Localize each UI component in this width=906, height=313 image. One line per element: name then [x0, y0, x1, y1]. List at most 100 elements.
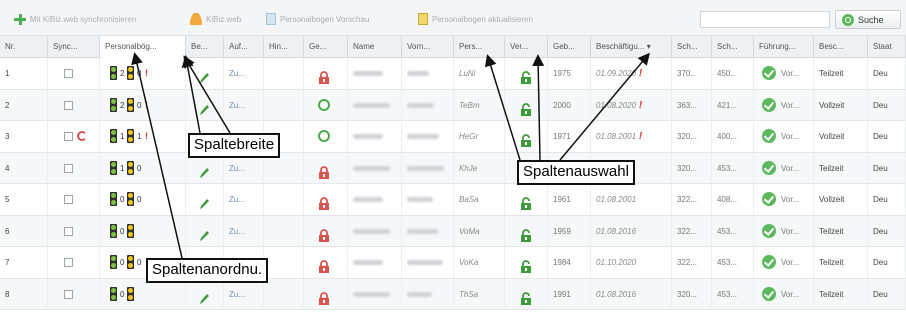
cell-col-13: 363... — [672, 89, 712, 121]
column-header-2[interactable]: Personalbög... — [100, 36, 186, 58]
cell-col-14: 421... — [712, 89, 754, 121]
kibiz-web-button[interactable]: KiBiz.web — [190, 12, 241, 26]
column-header-11[interactable]: Geb... — [548, 36, 591, 58]
cell-col-13: 320... — [672, 152, 712, 184]
column-header-9[interactable]: Pers... — [454, 36, 505, 58]
personalbogen-aktualisieren-button[interactable]: Personalbogen aktualisieren — [418, 12, 533, 26]
table-row[interactable]: 2 2 0! Zu... TeBm 2000 01.08.2020 ! 363... 421..… — [0, 89, 906, 121]
traffic-light-icon — [110, 223, 117, 238]
column-header-0[interactable]: Nr. — [0, 36, 48, 58]
sync-checkbox[interactable] — [64, 163, 73, 173]
schulung-1: 370... — [677, 69, 698, 78]
column-header-4[interactable]: Auf... — [224, 36, 264, 58]
pencil-icon[interactable] — [198, 225, 210, 241]
cell-col-9: HeGr — [454, 121, 505, 152]
cell-col-15: Vor... — [754, 215, 814, 247]
aufgabe-link[interactable]: Zu... — [229, 69, 245, 78]
sync-checkbox[interactable] — [64, 289, 73, 299]
traffic-light-icon — [110, 286, 117, 301]
table-row[interactable]: 700Zu...VoKa198401.10.2020322...453...Vo… — [0, 247, 906, 279]
personalbogen-count-2: 0 — [137, 100, 142, 110]
aufgabe-link[interactable]: Zu... — [229, 227, 245, 236]
geburtsjahr: 2000 — [553, 100, 571, 110]
sync-checkbox[interactable] — [64, 100, 73, 110]
table-row[interactable]: 4 1 0 Zu... KhJe 320... 453... Vor... Teilzeit De… — [0, 152, 906, 184]
column-header-10[interactable]: Ver... — [505, 36, 548, 58]
warning-icon: ! — [145, 131, 148, 141]
cell-col-7 — [348, 215, 402, 247]
column-header-8[interactable]: Vorn... — [402, 36, 454, 58]
table-row[interactable]: 1 2 0! Zu... LuNi 1975 01.09.2020 ! 370... 450..… — [0, 58, 906, 90]
cell-col-16: Vollzeit — [814, 184, 868, 215]
traffic-light-yellow-icon — [127, 286, 134, 301]
sync-checkbox[interactable] — [64, 258, 73, 267]
pencil-icon[interactable] — [198, 67, 210, 83]
aufgabe-link[interactable]: Zu... — [229, 290, 245, 299]
pencil-icon[interactable] — [198, 162, 210, 178]
table-row[interactable]: 5 0 0 Zu... BaSa 1961 01.08.2001 322... 408... Vo… — [0, 184, 906, 216]
aufgabe-link[interactable]: Zu... — [229, 195, 245, 204]
cell-col-4: Zu... — [224, 278, 264, 310]
column-header-12[interactable]: Beschäftigu... ▾ — [591, 36, 672, 58]
cell-col-4: Zu... — [224, 58, 264, 89]
row-number: 2 — [5, 100, 10, 110]
cell-col-9: LuNi — [454, 58, 505, 89]
vorname-redacted — [407, 134, 439, 140]
personalbogen-count: 0 — [120, 226, 125, 236]
column-header-3[interactable]: Be... — [186, 36, 224, 58]
pencil-icon[interactable] — [198, 99, 210, 115]
table-row[interactable]: 8 0 Zu... ThSa 1991 01.08.2016 320... 453... Vor… — [0, 278, 906, 310]
cell-col-2: 2 0! — [100, 58, 186, 89]
aufgabe-link[interactable]: Zu... — [229, 101, 245, 110]
cell-col-12: 01.08.2001 ! — [591, 121, 672, 152]
kibiz-web-label: KiBiz.web — [206, 14, 242, 24]
column-header-6[interactable]: Ge... — [304, 36, 348, 58]
row-number: 8 — [5, 289, 10, 299]
sync-checkbox[interactable] — [64, 226, 73, 236]
lock-green-icon — [520, 287, 532, 305]
cell-col-5 — [264, 215, 304, 247]
lock-green-icon — [520, 98, 532, 116]
staatsangehoerigkeit: Deu — [873, 163, 888, 173]
annotation-spaltenanordnung: Spaltenanordnu. — [146, 258, 269, 283]
sync-kibiz-button[interactable]: Mit KiBiz.web synchronisieren — [14, 12, 136, 26]
traffic-light-icon — [110, 66, 117, 80]
cell-col-14: 408... — [712, 184, 754, 215]
plus-icon — [14, 13, 26, 25]
pencil-icon[interactable] — [198, 193, 210, 209]
cell-col-15: Vor... — [754, 247, 814, 278]
column-header-16[interactable]: Besc... — [814, 36, 868, 58]
column-header-14[interactable]: Sch... — [712, 36, 754, 58]
cell-col-12: 01.10.2020 — [591, 247, 672, 278]
schulung-2: 453... — [717, 258, 738, 267]
cell-col-4: Zu... — [224, 215, 264, 247]
aufgabe-link[interactable]: Zu... — [229, 164, 245, 173]
column-header-5[interactable]: Hin... — [264, 36, 304, 58]
search-input[interactable] — [700, 11, 830, 28]
sync-checkbox[interactable] — [64, 69, 73, 78]
column-header-13[interactable]: Sch... — [672, 36, 712, 58]
cell-col-6 — [304, 247, 348, 278]
sync-checkbox[interactable] — [64, 195, 73, 204]
personal-kuerzel: LuNi — [459, 69, 476, 78]
column-header-15[interactable]: Führung... — [754, 36, 814, 58]
column-header-17[interactable]: Staat — [868, 36, 906, 58]
column-header-1[interactable]: Sync... — [48, 36, 100, 58]
search-button[interactable]: Suche — [835, 10, 901, 29]
pencil-icon[interactable] — [198, 288, 210, 304]
cell-col-2: 1 1! — [100, 121, 186, 152]
personalbogen-vorschau-button[interactable]: Personalbogen Vorschau — [266, 12, 369, 26]
column-header-7[interactable]: Name — [348, 36, 402, 58]
cell-col-0: 5 — [0, 184, 48, 215]
cell-col-10 — [505, 121, 548, 152]
cell-col-10 — [505, 89, 548, 121]
cell-col-14: 453... — [712, 278, 754, 310]
table-row[interactable]: 6 0 Zu... VoMa 1959 01.08.2016 322... 453... Vor… — [0, 215, 906, 247]
personal-kuerzel: TeBm — [459, 100, 480, 110]
table-row[interactable]: 311!Zu...HeGr197101.08.2001 !320...400..… — [0, 121, 906, 153]
vorname-redacted — [407, 71, 429, 77]
cell-col-6 — [304, 152, 348, 184]
cell-col-12: 01.08.2016 — [591, 215, 672, 247]
sync-checkbox[interactable] — [64, 132, 73, 141]
cell-col-13: 320... — [672, 121, 712, 152]
